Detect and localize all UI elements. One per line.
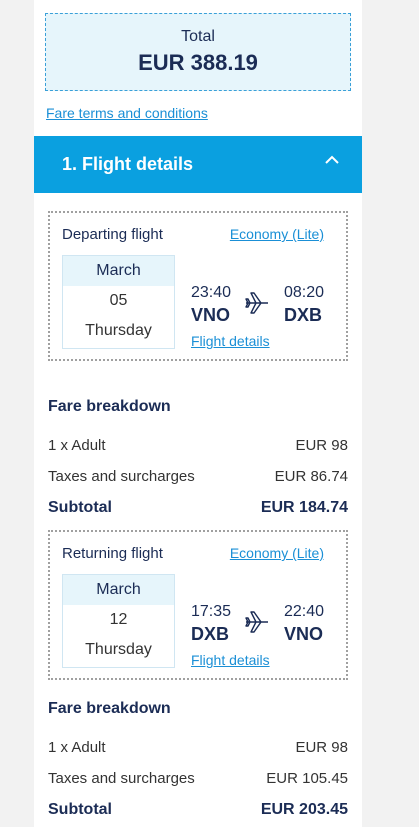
fare-row-label: 1 x Adult [48, 437, 106, 454]
total-label: Total [181, 28, 215, 45]
returning-fare-class-link[interactable]: Economy (Lite) [230, 545, 324, 561]
arrival-time: 08:20 [284, 284, 325, 301]
departing-flight-box: Departing flight Economy (Lite) March 05… [48, 211, 348, 361]
departing-flight-title: Departing flight [62, 226, 163, 243]
date-weekday: Thursday [85, 641, 152, 658]
date-weekday: Thursday [85, 322, 152, 339]
fare-row-value: EUR 98 [295, 437, 348, 454]
subtotal-label: Subtotal [48, 801, 112, 818]
returning-flight-box: Returning flight Economy (Lite) March 12… [48, 530, 348, 680]
fare-row-label: Taxes and surcharges [48, 468, 195, 485]
returning-fare-breakdown-title: Fare breakdown [48, 700, 171, 717]
date-month: March [63, 575, 174, 605]
fare-row-value: EUR 105.45 [266, 770, 348, 787]
fare-row-value: EUR 98 [295, 739, 348, 756]
subtotal-value: EUR 184.74 [260, 499, 348, 516]
airplane-icon [245, 292, 268, 314]
fare-row-label: 1 x Adult [48, 739, 106, 756]
departing-date-card: March 05 Thursday [62, 255, 175, 349]
departing-flight-details-link[interactable]: Flight details [191, 333, 270, 349]
total-price-box: Total EUR 388.19 [45, 13, 351, 91]
chevron-up-icon [325, 155, 339, 164]
arrival-airport-code: DXB [284, 305, 323, 325]
date-day: 12 [109, 611, 128, 628]
subtotal-label: Subtotal [48, 499, 112, 516]
date-month: March [63, 256, 174, 286]
departure-airport-code: VNO [191, 305, 231, 325]
returning-date-card: March 12 Thursday [62, 574, 175, 668]
departing-fare-breakdown-title: Fare breakdown [48, 398, 171, 415]
total-value: EUR 388.19 [138, 50, 258, 75]
arrival-time: 22:40 [284, 603, 325, 620]
returning-flight-details-link[interactable]: Flight details [191, 652, 270, 668]
fare-terms-link[interactable]: Fare terms and conditions [46, 105, 208, 121]
airplane-icon [245, 611, 268, 633]
returning-flight-title: Returning flight [62, 545, 163, 562]
departure-time: 17:35 [191, 603, 232, 620]
departure-airport-code: DXB [191, 624, 230, 644]
departing-fare-class-link[interactable]: Economy (Lite) [230, 226, 324, 242]
subtotal-value: EUR 203.45 [260, 801, 348, 818]
departure-time: 23:40 [191, 284, 232, 301]
fare-row-value: EUR 86.74 [274, 468, 348, 485]
fare-row-label: Taxes and surcharges [48, 770, 195, 787]
date-day: 05 [109, 292, 128, 309]
section-title: 1. Flight details [62, 154, 194, 174]
arrival-airport-code: VNO [284, 624, 324, 644]
flight-details-section-header[interactable]: 1. Flight details [34, 136, 362, 193]
booking-summary-card: Total EUR 388.19 Fare terms and conditio… [34, 0, 362, 827]
